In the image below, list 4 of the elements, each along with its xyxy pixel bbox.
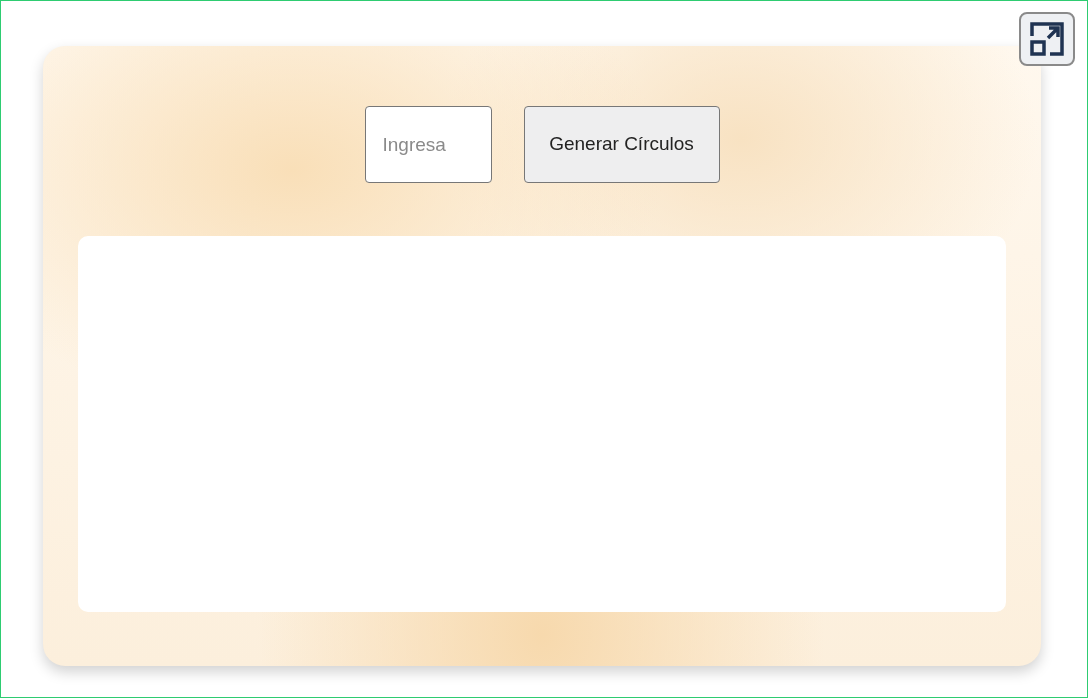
input-field[interactable]: Ingresa bbox=[364, 106, 492, 183]
generate-button[interactable]: Generar Círculos bbox=[523, 106, 720, 183]
expand-icon bbox=[1028, 20, 1066, 58]
fullscreen-button[interactable] bbox=[1019, 12, 1075, 66]
